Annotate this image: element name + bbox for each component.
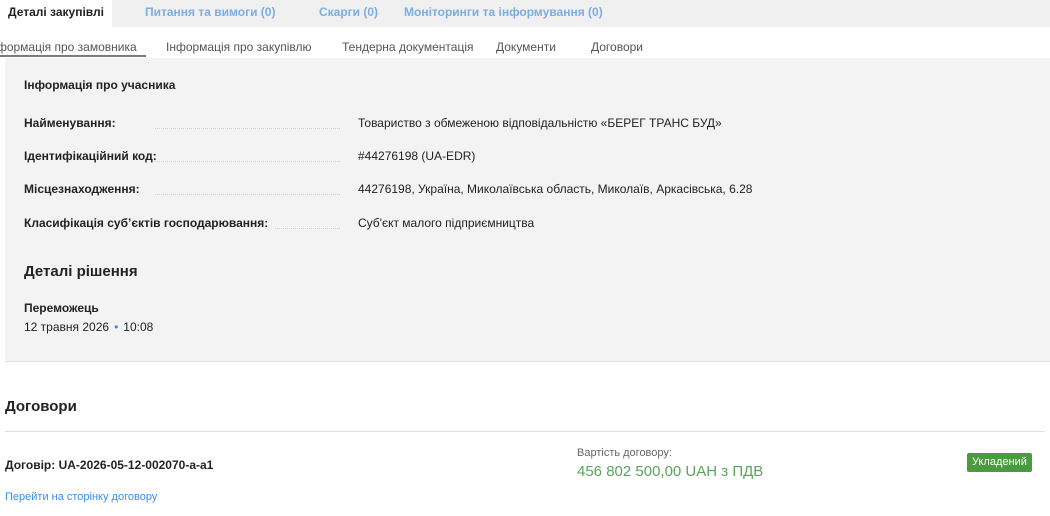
winner-label: Переможець xyxy=(24,301,99,315)
row-leader xyxy=(155,161,340,162)
status-badge: Укладений xyxy=(967,453,1032,472)
participant-title: Інформація про учасника xyxy=(24,78,176,92)
row-value-location: 44276198, Україна, Миколаївська область,… xyxy=(358,182,753,196)
winner-time: 10:08 xyxy=(123,320,154,334)
row-value-code: #44276198 (UA-EDR) xyxy=(358,149,476,163)
divider xyxy=(5,431,1045,432)
row-value-name: Товариство з обмеженою відповідальністю … xyxy=(358,116,722,130)
tab-questions[interactable]: Питання та вимоги (0) xyxy=(145,0,275,27)
row-label-location: Місцезнаходження: xyxy=(24,182,140,196)
contract-page-link[interactable]: Перейти на сторінку договору xyxy=(5,491,157,503)
subtab-tender-docs[interactable]: Тендерна документація xyxy=(342,40,474,54)
subtab-documents[interactable]: Документи xyxy=(496,40,556,54)
tab-monitoring[interactable]: Моніторинги та інформування (0) xyxy=(404,0,603,27)
contract-id: Договір: UA-2026-05-12-002070-a-a1 xyxy=(5,458,214,472)
tab-complaints[interactable]: Скарги (0) xyxy=(319,0,378,27)
top-tabs: Деталі закупівлі Питання та вимоги (0) С… xyxy=(0,0,1050,27)
row-value-classification: Суб'єкт малого підприємництва xyxy=(358,216,535,230)
row-label-code: Ідентифікаційний код: xyxy=(24,149,157,163)
row-leader xyxy=(155,128,340,129)
contracts-title: Договори xyxy=(5,398,77,415)
row-label-name: Найменування: xyxy=(24,116,116,130)
subtab-contracts[interactable]: Договори xyxy=(591,40,643,54)
row-label-classification: Класифікація суб’єктів господарювання: xyxy=(24,216,269,230)
winner-datetime: 12 травня 2026 • 10:08 xyxy=(24,320,153,334)
participant-panel: Інформація про учасника Найменування: То… xyxy=(5,58,1050,362)
subtab-customer-info[interactable]: Інформація про замовника xyxy=(0,40,137,54)
winner-date: 12 травня 2026 xyxy=(24,320,110,334)
datetime-separator: • xyxy=(114,320,119,334)
contract-value-label: Вартість договору: xyxy=(577,447,672,459)
row-leader xyxy=(155,194,340,195)
subtab-procurement-info[interactable]: Інформація про закупівлю xyxy=(166,40,311,54)
row-leader xyxy=(275,228,340,229)
active-subtab-indicator xyxy=(0,55,146,57)
decision-title: Деталі рішення xyxy=(24,263,138,280)
tab-procurement-details[interactable]: Деталі закупівлі xyxy=(0,0,112,27)
contract-value-amount: 456 802 500,00 UAH з ПДВ xyxy=(577,463,764,480)
